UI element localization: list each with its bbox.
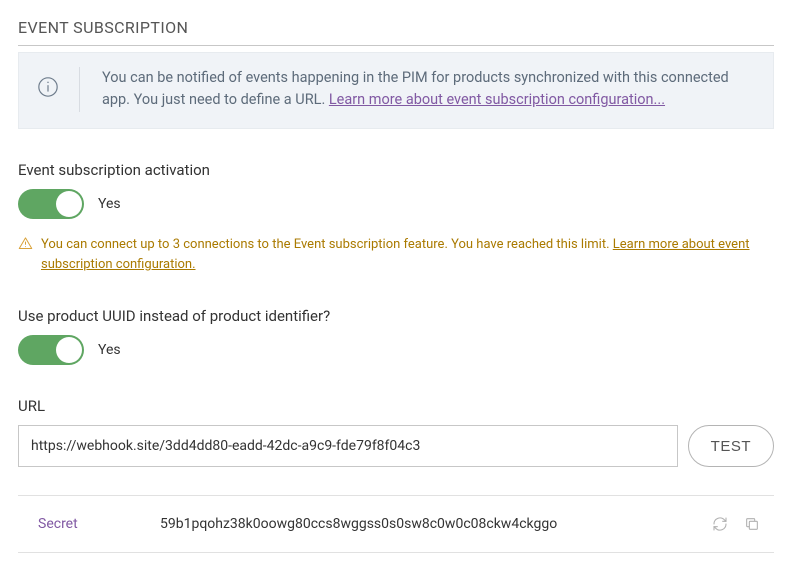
url-row: TEST xyxy=(18,425,774,467)
secret-row: Secret 59b1pqohz38k0oowg80ccs8wggss0s0sw… xyxy=(18,496,774,552)
warning-text: You can connect up to 3 connections to t… xyxy=(41,235,774,275)
secret-actions xyxy=(712,516,768,532)
uuid-toggle[interactable] xyxy=(18,335,84,365)
warning-icon xyxy=(18,236,33,258)
toggle-knob xyxy=(56,191,82,217)
uuid-toggle-row: Yes xyxy=(18,335,774,365)
secret-table: Secret 59b1pqohz38k0oowg80ccs8wggss0s0sw… xyxy=(18,495,774,553)
connection-limit-warning: You can connect up to 3 connections to t… xyxy=(18,235,774,275)
regenerate-icon[interactable] xyxy=(712,516,728,532)
info-learn-more-link[interactable]: Learn more about event subscription conf… xyxy=(329,91,665,108)
activation-toggle[interactable] xyxy=(18,189,84,219)
secret-label: Secret xyxy=(38,516,160,532)
page-title: EVENT SUBSCRIPTION xyxy=(18,18,774,37)
info-banner: You can be notified of events happening … xyxy=(18,52,774,129)
url-label: URL xyxy=(18,397,774,415)
info-icon xyxy=(37,76,59,102)
uuid-toggle-state: Yes xyxy=(98,342,121,358)
info-icon-wrap xyxy=(37,67,80,112)
secret-value: 59b1pqohz38k0oowg80ccs8wggss0s0sw8c0w0c0… xyxy=(160,516,712,532)
copy-icon[interactable] xyxy=(744,516,760,532)
warning-text-body: You can connect up to 3 connections to t… xyxy=(41,237,613,252)
activation-label: Event subscription activation xyxy=(18,161,774,179)
activation-toggle-state: Yes xyxy=(98,196,121,212)
toggle-knob xyxy=(56,337,82,363)
activation-toggle-row: Yes xyxy=(18,189,774,219)
title-divider xyxy=(18,45,774,46)
info-text: You can be notified of events happening … xyxy=(102,67,755,112)
uuid-toggle-label: Use product UUID instead of product iden… xyxy=(18,307,774,325)
test-button[interactable]: TEST xyxy=(688,425,774,467)
url-input[interactable] xyxy=(18,425,678,467)
